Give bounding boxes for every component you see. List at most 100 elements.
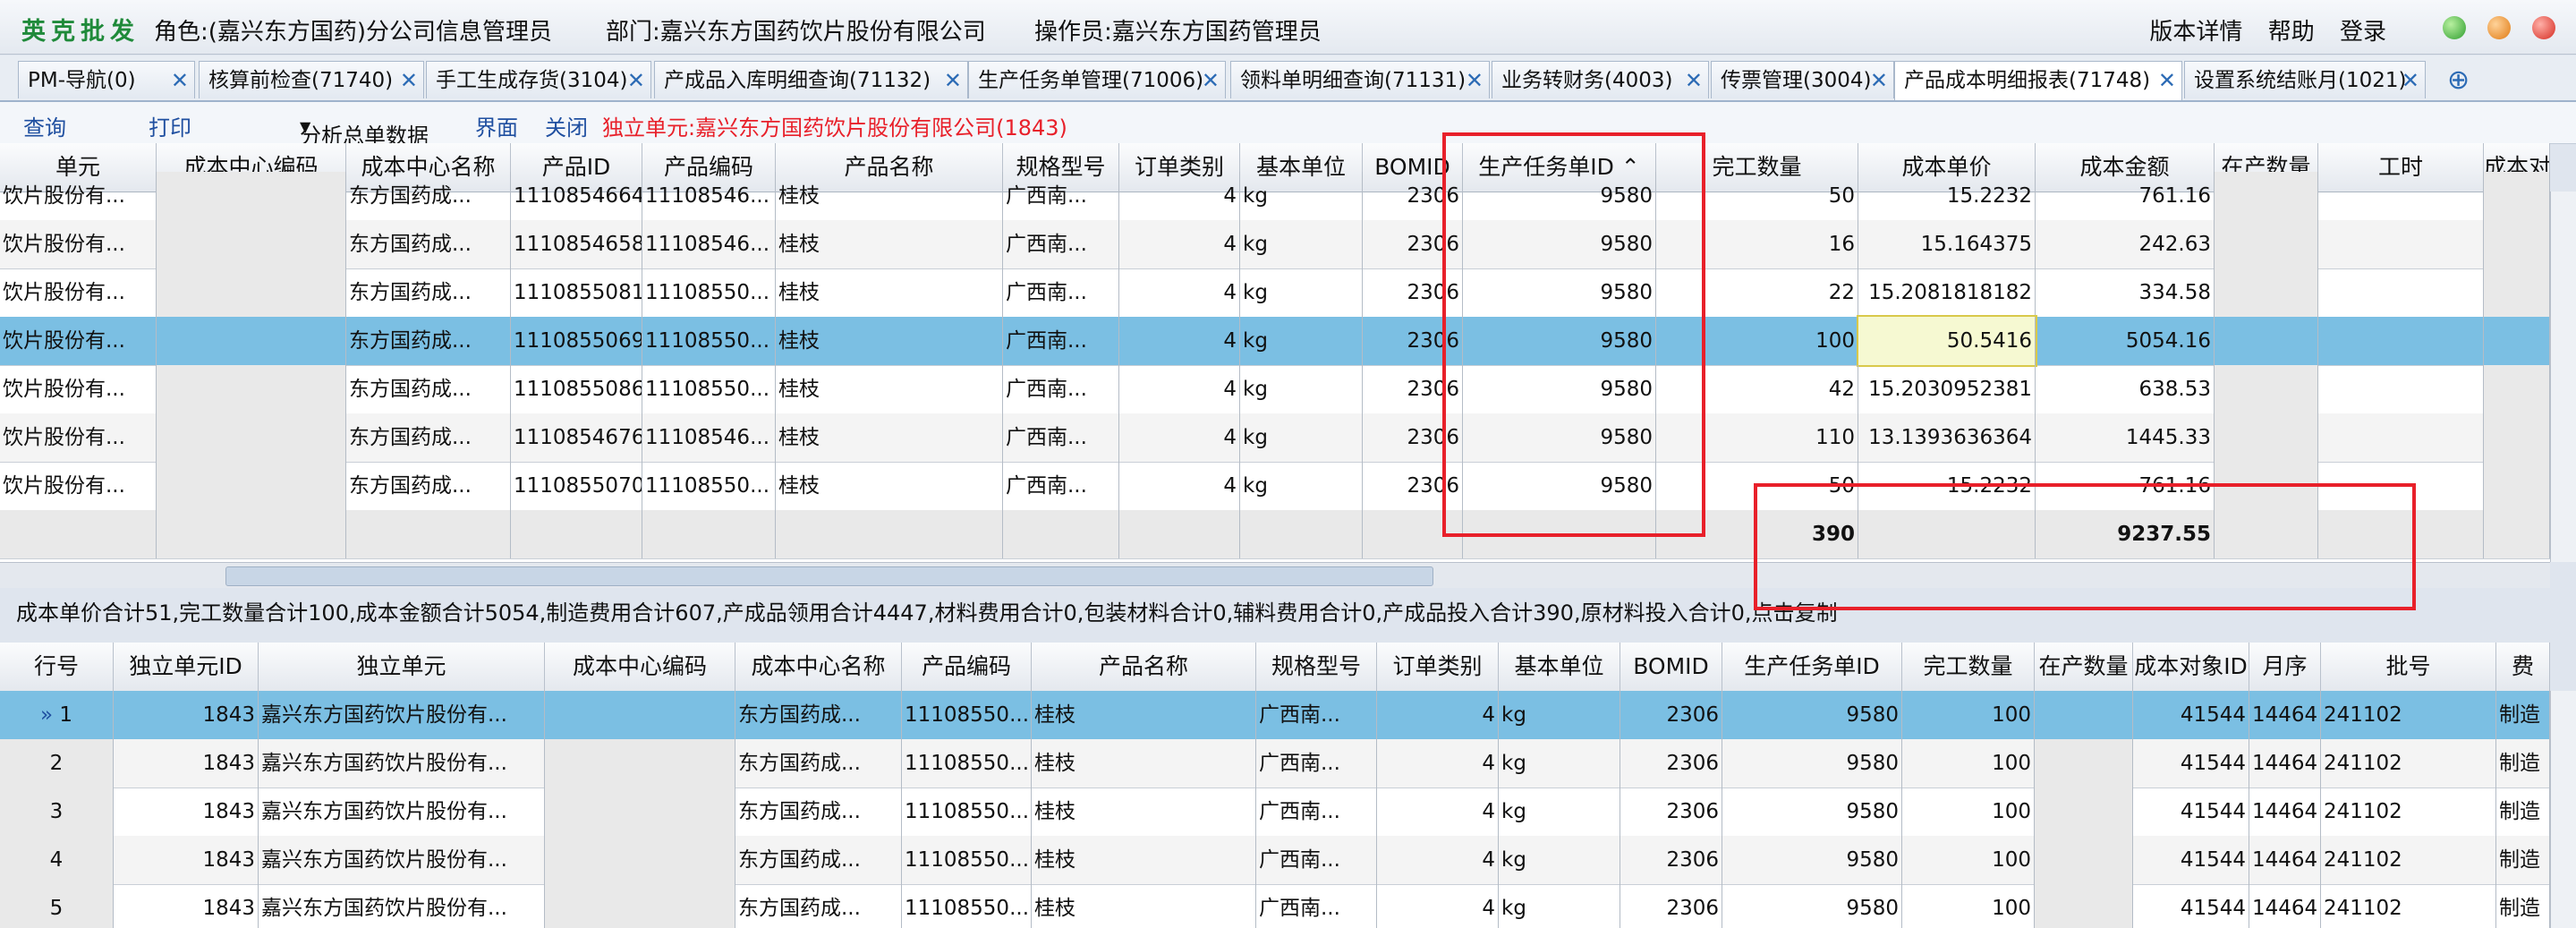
tab-material-request[interactable]: 领料单明细查询(71131) ✕ — [1230, 61, 1490, 98]
table-cell: 11108550... — [642, 462, 776, 510]
table-row[interactable]: 饮片股份有... 东方国药成... 1110855081 11108550... 桂枝广… — [0, 268, 2550, 318]
table-cell: 9580 — [1463, 268, 1656, 317]
close-icon[interactable]: ✕ — [1870, 62, 1888, 98]
table-row[interactable]: 3 1843 嘉兴东方国药饮片股份有... 东方国药成... 11108550... 桂枝… — [0, 788, 2550, 837]
table-cell — [2484, 317, 2550, 365]
add-tab-icon[interactable]: ⊕ — [2447, 64, 2470, 96]
close-icon[interactable]: ✕ — [944, 62, 962, 98]
table-row[interactable]: 饮片股份有... 东方国药成... 1110854658 11108546... 桂枝广… — [0, 220, 2550, 269]
table-row[interactable]: 饮片股份有... 东方国药成... 1110854676 11108546... 桂枝广… — [0, 413, 2550, 463]
table-cell — [2484, 413, 2550, 462]
table-row[interactable]: 4 1843 嘉兴东方国药饮片股份有... 东方国药成... 11108550... 桂枝… — [0, 836, 2550, 885]
brand-logo: 英克批发 — [21, 18, 140, 46]
column-header[interactable]: 月序 — [2249, 643, 2321, 691]
column-header[interactable]: 规格型号 — [1256, 643, 1377, 691]
close-icon[interactable]: ✕ — [1466, 62, 1484, 98]
table-cell: 15.164375 — [1858, 220, 2036, 268]
table-cell: 4 — [1119, 268, 1240, 317]
column-header[interactable]: 批号 — [2321, 643, 2496, 691]
tab-pre-check[interactable]: 核算前检查(71740) ✕ — [199, 61, 424, 98]
lower-vertical-scrollbar[interactable] — [2550, 691, 2576, 928]
table-row[interactable]: 饮片股份有... 东方国药成... 1110855069 11108550... 桂枝广… — [0, 315, 2550, 367]
tab-pm-nav[interactable]: PM-导航(0) ✕ — [18, 61, 195, 98]
print-button[interactable]: 打印 — [149, 110, 191, 141]
ui-button[interactable]: 界面 — [475, 110, 518, 141]
table-row[interactable]: 饮片股份有... 东方国药成... 1110854664 11108546... 桂枝广… — [0, 172, 2550, 221]
table-cell — [2035, 739, 2133, 788]
table-cell: 100 — [1902, 884, 2035, 928]
close-icon[interactable]: ✕ — [1202, 62, 1220, 98]
table-cell: 9580 — [1722, 691, 1902, 739]
tab-business-finance[interactable]: 业务转财务(4003) ✕ — [1492, 61, 1709, 98]
upper-vertical-scrollbar[interactable] — [2550, 192, 2576, 562]
tab-voucher[interactable]: 传票管理(3004) ✕ — [1711, 61, 1894, 98]
version-link[interactable]: 版本详情 — [2149, 19, 2242, 46]
table-cell: 761.16 — [2036, 462, 2215, 510]
table-cell: 2306 — [1363, 365, 1463, 413]
table-cell — [2215, 268, 2318, 317]
table-cell: 2306 — [1363, 220, 1463, 268]
table-cell: 241102 — [2321, 884, 2496, 928]
scroll-thumb[interactable] — [225, 566, 1433, 586]
table-cell: 9580 — [1463, 413, 1656, 462]
column-header[interactable]: 成本对象ID — [2133, 643, 2249, 691]
column-header[interactable]: 独立单元 — [259, 643, 545, 691]
table-cell: 1110855070 — [511, 462, 642, 510]
help-link[interactable]: 帮助 — [2268, 19, 2315, 46]
summary-bar[interactable]: 成本单价合计51,完工数量合计100,成本金额合计5054,制造费用合计607,… — [16, 595, 2557, 631]
table-row[interactable]: 2 1843 嘉兴东方国药饮片股份有... 东方国药成... 11108550... 桂枝… — [0, 739, 2550, 788]
close-icon[interactable]: ✕ — [400, 62, 418, 98]
column-header[interactable]: 成本中心编码 — [545, 643, 735, 691]
table-cell: 2306 — [1620, 884, 1722, 928]
close-icon[interactable]: ✕ — [627, 62, 645, 98]
upper-horizontal-scrollbar[interactable] — [0, 562, 2550, 588]
table-cell — [157, 413, 346, 462]
close-icon[interactable]: ✕ — [2402, 62, 2419, 98]
table-cell: 14464 — [2249, 836, 2321, 884]
column-header[interactable]: 在产数量 — [2035, 643, 2133, 691]
table-row[interactable]: 饮片股份有... 东方国药成... 1110855070 11108550... 桂枝广… — [0, 462, 2550, 511]
column-header[interactable]: BOMID — [1620, 643, 1722, 691]
column-header[interactable]: 行号 — [0, 643, 114, 691]
column-header[interactable]: 费 — [2496, 643, 2550, 691]
table-row[interactable]: 饮片股份有... 东方国药成... 1110855086 11108550... 桂枝广… — [0, 365, 2550, 414]
tab-manual-stock[interactable]: 手工生成存货(3104) ✕ — [426, 61, 651, 98]
column-header[interactable]: 完工数量 — [1902, 643, 2035, 691]
table-cell: 14464 — [2249, 788, 2321, 836]
close-icon[interactable]: ✕ — [1685, 62, 1703, 98]
table-cell: 广西南... — [1003, 220, 1119, 268]
table-cell — [157, 317, 346, 365]
column-header[interactable]: 生产任务单ID — [1722, 643, 1902, 691]
table-cell — [2035, 691, 2133, 739]
column-header[interactable]: 成本中心名称 — [735, 643, 902, 691]
tab-production-task[interactable]: 生产任务单管理(71006) ✕ — [968, 61, 1226, 98]
close-button[interactable]: 关闭 — [545, 110, 588, 141]
table-cell — [2215, 365, 2318, 413]
query-button[interactable]: 查询 — [23, 110, 66, 141]
tab-finished-goods[interactable]: 产成品入库明细查询(71132) ✕ — [654, 61, 968, 98]
column-header[interactable]: 订单类别 — [1377, 643, 1499, 691]
close-window-button[interactable] — [2532, 16, 2555, 39]
column-header[interactable]: 基本单位 — [1499, 643, 1620, 691]
table-row[interactable]: » 1 1843 嘉兴东方国药饮片股份有... 东方国药成... 11108550...… — [0, 691, 2550, 740]
maximize-button[interactable] — [2487, 16, 2511, 39]
table-cell — [157, 172, 346, 220]
column-header[interactable]: 独立单元ID — [114, 643, 259, 691]
column-header[interactable]: 产品编码 — [902, 643, 1032, 691]
tab-label: 业务转财务(4003) — [1501, 69, 1673, 92]
table-cell — [545, 788, 735, 836]
table-cell: 1110854676 — [511, 413, 642, 462]
table-row[interactable]: 5 1843 嘉兴东方国药饮片股份有... 东方国药成... 11108550... 桂枝… — [0, 884, 2550, 928]
totals-cell — [2215, 510, 2318, 558]
column-header[interactable]: 产品名称 — [1032, 643, 1256, 691]
login-link[interactable]: 登录 — [2340, 19, 2386, 46]
close-icon[interactable]: ✕ — [2158, 62, 2176, 99]
minimize-button[interactable] — [2443, 16, 2466, 39]
table-cell — [545, 836, 735, 884]
tab-cost-report[interactable]: 产品成本明细报表(71748) ✕ — [1894, 61, 2182, 100]
table-cell: 638.53 — [2036, 365, 2215, 413]
table-cell — [157, 462, 346, 510]
close-icon[interactable]: ✕ — [171, 62, 189, 98]
table-cell: 嘉兴东方国药饮片股份有... — [259, 691, 545, 739]
tab-closing-month[interactable]: 设置系统结账月(1021) ✕ — [2184, 61, 2426, 98]
